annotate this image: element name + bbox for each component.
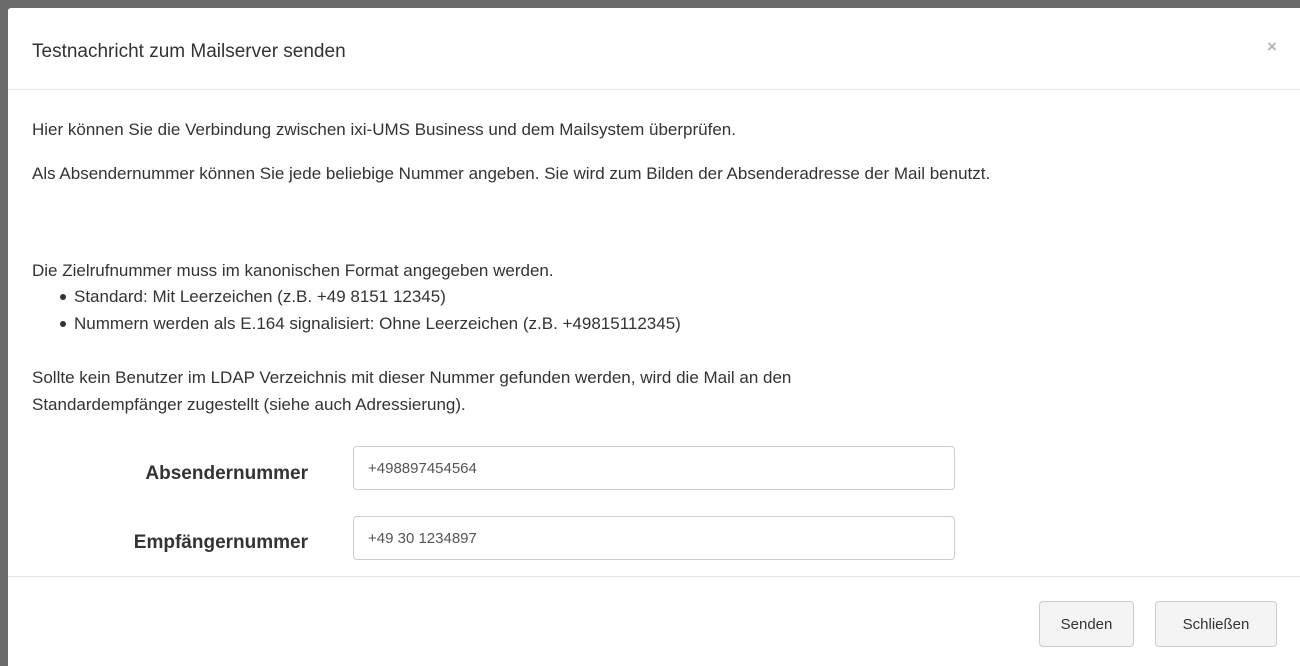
sender-number-label: Absendernummer bbox=[145, 463, 308, 484]
list-item-text: Nummern werden als E.164 signalisiert: O… bbox=[74, 314, 681, 333]
format-list: Standard: Mit Leerzeichen (z.B. +49 8151… bbox=[60, 283, 681, 337]
bullet-icon bbox=[60, 294, 66, 300]
recipient-number-label: Empfängernummer bbox=[133, 532, 308, 553]
close-button[interactable]: Schließen bbox=[1155, 601, 1277, 647]
list-item-text: Standard: Mit Leerzeichen (z.B. +49 8151… bbox=[74, 287, 446, 306]
format-info-text: Die Zielrufnummer muss im kanonischen Fo… bbox=[32, 261, 554, 280]
close-icon[interactable]: × bbox=[1262, 38, 1282, 58]
bullet-icon bbox=[60, 321, 66, 327]
recipient-number-input[interactable] bbox=[353, 516, 955, 560]
dialog-body: Hier können Sie die Verbindung zwischen … bbox=[8, 90, 1300, 576]
send-button[interactable]: Senden bbox=[1039, 601, 1134, 647]
list-item: Nummern werden als E.164 signalisiert: O… bbox=[60, 310, 681, 337]
test-message-dialog: Testnachricht zum Mailserver senden × Hi… bbox=[8, 8, 1300, 666]
dialog-footer: Senden Schließen bbox=[8, 576, 1300, 666]
list-item: Standard: Mit Leerzeichen (z.B. +49 8151… bbox=[60, 283, 681, 310]
sender-number-input[interactable] bbox=[353, 446, 955, 490]
intro-text: Hier können Sie die Verbindung zwischen … bbox=[32, 120, 736, 139]
ldap-info-text: Sollte kein Benutzer im LDAP Verzeichnis… bbox=[32, 368, 792, 414]
dialog-title: Testnachricht zum Mailserver senden bbox=[32, 41, 346, 62]
sender-info-text: Als Absendernummer können Sie jede belie… bbox=[32, 164, 991, 183]
dialog-header: Testnachricht zum Mailserver senden × bbox=[8, 8, 1300, 90]
